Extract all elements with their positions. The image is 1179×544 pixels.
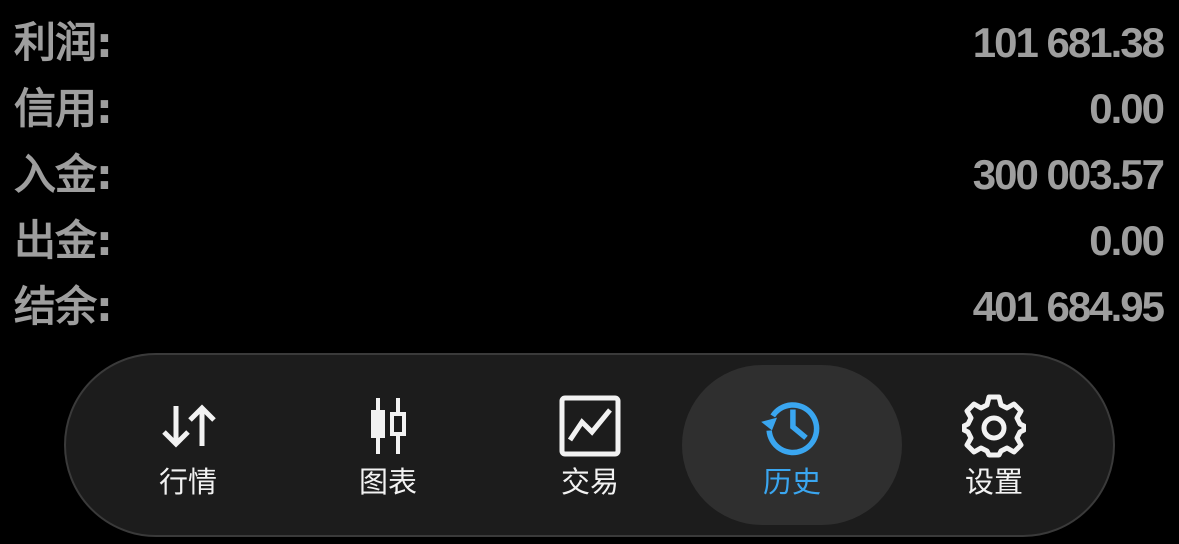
history-icon (760, 394, 824, 458)
tab-settings-label: 设置 (964, 464, 1023, 499)
tab-trade[interactable]: 交易 (490, 365, 690, 525)
profit-value: 101 681.38 (972, 19, 1165, 66)
tab-charts-label: 图表 (358, 464, 417, 499)
withdrawal-label: 出金: (14, 216, 113, 265)
summary-row-profit: 利润: 101 681.38 (0, 10, 1179, 76)
deposit-label: 入金: (14, 150, 113, 199)
balance-label: 结余: (14, 282, 113, 331)
summary-row-balance: 结余: 401 684.95 (0, 274, 1179, 340)
summary-row-deposit: 入金: 300 003.57 (0, 142, 1179, 208)
gear-icon (962, 394, 1026, 458)
tab-trade-label: 交易 (560, 464, 619, 499)
balance-value: 401 684.95 (972, 283, 1165, 330)
bottom-tab-bar: 行情 图表 交易 历史 设置 (64, 353, 1115, 537)
credit-value: 0.00 (1089, 85, 1165, 132)
account-summary: 利润: 101 681.38 信用: 0.00 入金: 300 003.57 出… (0, 10, 1179, 340)
summary-row-credit: 信用: 0.00 (0, 76, 1179, 142)
deposit-value: 300 003.57 (972, 151, 1165, 198)
tab-charts[interactable]: 图表 (288, 365, 488, 525)
tab-quotes-label: 行情 (158, 464, 217, 499)
tab-quotes[interactable]: 行情 (88, 365, 288, 525)
tab-history-label: 历史 (762, 464, 821, 499)
credit-label: 信用: (14, 84, 113, 133)
summary-row-withdrawal: 出金: 0.00 (0, 208, 1179, 274)
chart-line-icon (558, 394, 622, 458)
withdrawal-value: 0.00 (1089, 217, 1165, 264)
profit-label: 利润: (14, 18, 113, 67)
tab-history[interactable]: 历史 (682, 365, 902, 525)
candlestick-icon (356, 394, 420, 458)
arrows-up-down-icon (156, 394, 220, 458)
tab-settings[interactable]: 设置 (894, 365, 1094, 525)
